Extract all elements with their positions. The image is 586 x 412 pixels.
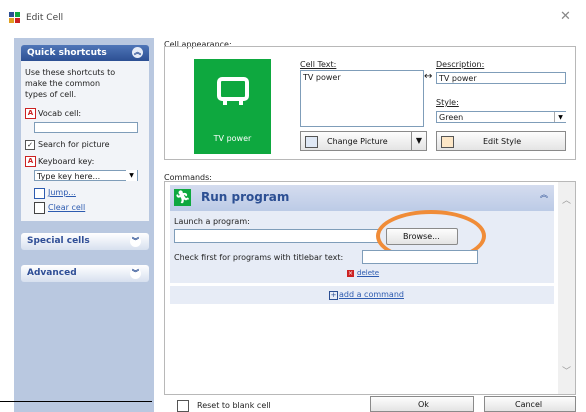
style-label: Style: [436, 98, 459, 107]
title-bar [0, 0, 586, 36]
resize-arrows-icon[interactable]: ↔ [424, 71, 432, 82]
keyboard-label: Keyboard key: [38, 157, 95, 166]
window-title: Edit Cell [26, 13, 64, 23]
chevron-down-icon[interactable]: ▼ [126, 170, 137, 181]
delete-link[interactable]: delete [357, 269, 379, 277]
divider [0, 401, 152, 402]
tv-icon [217, 77, 249, 110]
shortcuts-description-line-2: make the common [25, 79, 101, 88]
cancel-button[interactable]: Cancel [484, 396, 576, 412]
keyboard-key-select[interactable]: Type key here... [34, 170, 138, 181]
picture-icon [305, 136, 318, 148]
paint-icon [441, 136, 454, 148]
advanced-title: Advanced [27, 268, 77, 278]
vocab-label: Vocab cell: [38, 109, 82, 118]
collapse-chevron-icon[interactable]: ︽ [540, 189, 548, 200]
running-man-icon: 🏃︎ [174, 189, 191, 206]
keyboard-icon: A [25, 156, 36, 167]
advanced-header[interactable]: Advanced ︾ [21, 265, 149, 282]
chevron-down-icon[interactable]: ▼ [554, 112, 566, 122]
cell-text-input[interactable]: TV power [300, 70, 424, 127]
titlebar-check-label: Check first for programs with titlebar t… [174, 253, 344, 262]
plus-icon: + [329, 291, 338, 300]
jump-icon [34, 188, 45, 199]
expand-chevron-icon[interactable]: ︾ [130, 236, 141, 247]
edit-style-label: Edit Style [483, 137, 522, 146]
quick-shortcuts-title: Quick shortcuts [27, 48, 107, 58]
shortcuts-description-line-1: Use these shortcuts to [25, 68, 116, 77]
scroll-down-icon[interactable]: ﹀ [562, 364, 571, 377]
add-command-link[interactable]: add a command [339, 290, 404, 299]
titlebar-text-input[interactable] [362, 250, 478, 264]
description-input[interactable]: TV power [436, 72, 566, 84]
launch-program-input[interactable] [174, 229, 380, 243]
description-label: Description: [436, 60, 485, 69]
expand-chevron-icon[interactable]: ︾ [130, 268, 141, 279]
edit-style-button[interactable]: Edit Style [436, 131, 566, 151]
vocab-icon: A [25, 108, 36, 119]
ok-label: Ok [418, 400, 429, 409]
change-picture-button[interactable]: Change Picture [300, 131, 412, 151]
style-select[interactable]: Green [436, 111, 566, 123]
close-icon[interactable]: ✕ [560, 9, 571, 24]
ok-button[interactable]: Ok [370, 396, 474, 412]
run-program-title: Run program [201, 190, 290, 204]
cancel-label: Cancel [515, 400, 543, 409]
clear-cell-icon [34, 202, 45, 214]
search-picture-label: Search for picture [38, 140, 110, 149]
search-picture-checkbox[interactable]: ✓ [25, 140, 35, 150]
cell-text-label: Cell Text: [300, 60, 337, 69]
app-icon [9, 12, 21, 23]
reset-checkbox[interactable] [177, 400, 189, 412]
commands-scrollbar[interactable] [558, 182, 575, 394]
vocab-input[interactable] [34, 122, 138, 133]
reset-label: Reset to blank cell [197, 401, 271, 410]
clear-cell-link[interactable]: Clear cell [48, 203, 85, 212]
change-picture-dropdown[interactable]: ▼ [411, 131, 427, 151]
special-cells-title: Special cells [27, 236, 90, 246]
collapse-chevron-icon[interactable]: ︽ [132, 47, 143, 58]
launch-program-label: Launch a program: [174, 217, 250, 226]
jump-link[interactable]: Jump... [48, 188, 76, 197]
shortcuts-description-line-3: types of cell. [25, 90, 77, 99]
quick-shortcuts-header[interactable]: Quick shortcuts ︽ [21, 45, 149, 61]
change-picture-label: Change Picture [327, 137, 388, 146]
delete-icon: × [347, 270, 354, 277]
cell-preview-text: TV power [213, 134, 252, 143]
scroll-up-icon[interactable]: ︿ [562, 193, 571, 206]
special-cells-header[interactable]: Special cells ︾ [21, 233, 149, 250]
